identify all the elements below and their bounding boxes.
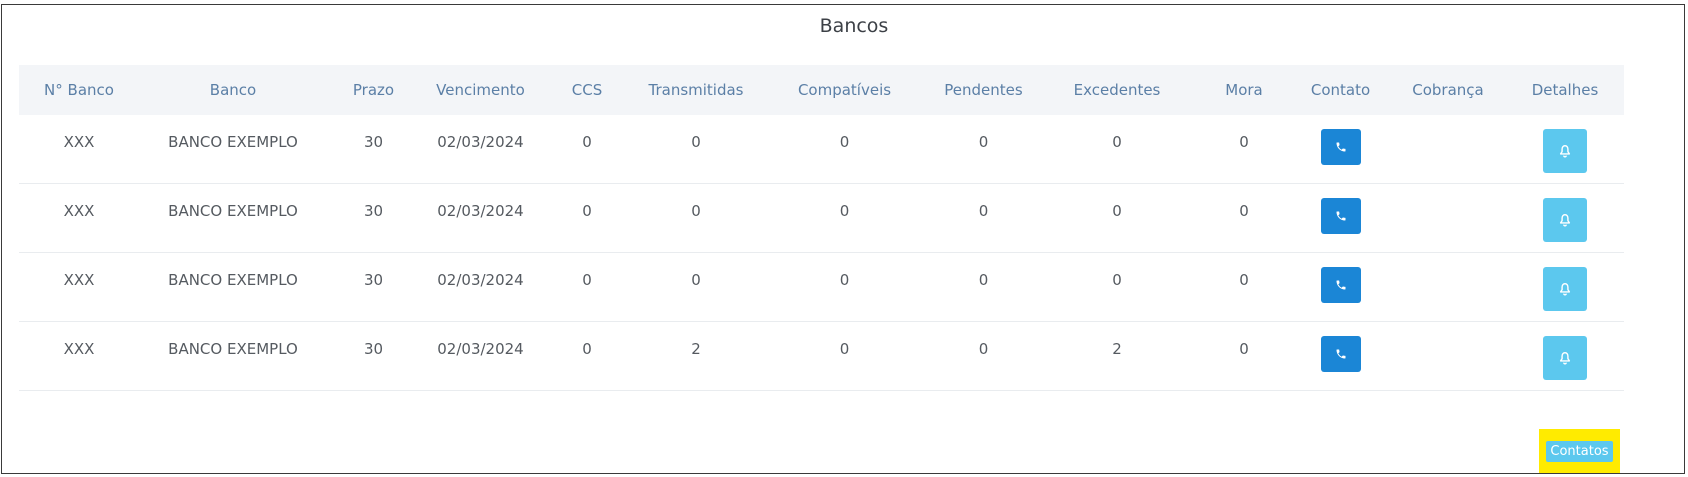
cell-contato: [1291, 184, 1390, 234]
table-row: XXX BANCO EXEMPLO 30 02/03/2024 0 2 0 0 …: [19, 322, 1624, 391]
cell-numero: XXX: [63, 202, 95, 220]
header-pendentes: Pendentes: [944, 81, 1023, 99]
bell-icon: [1559, 283, 1571, 296]
cell-cobranca: [1390, 253, 1506, 271]
cell-detalhes: [1506, 184, 1624, 242]
cell-prazo: 30: [363, 340, 384, 358]
header-vencimento: Vencimento: [436, 81, 525, 99]
header-banco: Banco: [209, 81, 257, 99]
cell-pendentes: 0: [978, 271, 989, 289]
cell-excedentes: 0: [1112, 271, 1122, 289]
header-ccs: CCS: [571, 81, 603, 99]
banks-table: N° Banco Banco Prazo Vencimento CCS Tran…: [19, 65, 1624, 391]
header-detalhes: Detalhes: [1531, 81, 1599, 99]
contact-button[interactable]: [1320, 336, 1361, 372]
cell-transmitidas: 0: [691, 271, 701, 289]
cell-numero: XXX: [63, 133, 95, 151]
cell-compativeis: 0: [839, 340, 850, 358]
cell-detalhes: [1506, 322, 1624, 380]
cell-ccs: 0: [582, 271, 592, 289]
cell-numero: XXX: [63, 340, 95, 358]
cell-prazo: 30: [363, 271, 384, 289]
header-compativeis: Compatíveis: [797, 81, 892, 99]
cell-cobranca: [1390, 184, 1506, 202]
cell-compativeis: 0: [839, 202, 850, 220]
cell-pendentes: 0: [978, 133, 989, 151]
details-button[interactable]: [1543, 198, 1587, 242]
cell-excedentes: 0: [1112, 133, 1122, 151]
cell-numero: XXX: [63, 271, 95, 289]
cell-cobranca: [1390, 322, 1506, 340]
cell-mora: 0: [1239, 133, 1249, 151]
contatos-highlight: Contatos: [1539, 429, 1620, 473]
bell-icon: [1559, 145, 1571, 158]
details-button[interactable]: [1543, 129, 1587, 173]
cell-transmitidas: 2: [691, 340, 701, 358]
table-row: XXX BANCO EXEMPLO 30 02/03/2024 0 0 0 0 …: [19, 115, 1624, 184]
cell-ccs: 0: [582, 133, 592, 151]
phone-icon: [1336, 280, 1345, 290]
cell-banco: BANCO EXEMPLO: [168, 133, 298, 151]
phone-icon: [1336, 211, 1345, 221]
header-prazo: Prazo: [352, 81, 395, 99]
page-frame: Bancos N° Banco Banco Prazo Vencimento C…: [1, 4, 1685, 474]
table-row: XXX BANCO EXEMPLO 30 02/03/2024 0 0 0 0 …: [19, 184, 1624, 253]
cell-excedentes: 0: [1112, 202, 1122, 220]
cell-prazo: 30: [363, 202, 384, 220]
cell-banco: BANCO EXEMPLO: [168, 271, 298, 289]
cell-detalhes: [1506, 115, 1624, 173]
cell-detalhes: [1506, 253, 1624, 311]
cell-vencimento: 02/03/2024: [437, 202, 524, 220]
cell-mora: 0: [1239, 202, 1249, 220]
table-row: XXX BANCO EXEMPLO 30 02/03/2024 0 0 0 0 …: [19, 253, 1624, 322]
cell-vencimento: 02/03/2024: [437, 340, 524, 358]
header-transmitidas: Transmitidas: [648, 81, 744, 99]
cell-transmitidas: 0: [691, 202, 701, 220]
cell-pendentes: 0: [978, 340, 989, 358]
page-title: Bancos: [819, 15, 889, 37]
header-mora: Mora: [1225, 81, 1263, 99]
bell-icon: [1559, 214, 1571, 227]
details-button[interactable]: [1543, 336, 1587, 380]
details-button[interactable]: [1543, 267, 1587, 311]
phone-icon: [1336, 349, 1345, 359]
cell-transmitidas: 0: [691, 133, 701, 151]
cell-cobranca: [1390, 115, 1506, 133]
cell-banco: BANCO EXEMPLO: [168, 202, 298, 220]
contact-button[interactable]: [1320, 129, 1361, 165]
header-cobranca: Cobrança: [1412, 81, 1484, 99]
cell-excedentes: 2: [1112, 340, 1122, 358]
cell-pendentes: 0: [978, 202, 989, 220]
cell-banco: BANCO EXEMPLO: [168, 340, 298, 358]
header-numero-banco: N° Banco: [44, 81, 114, 99]
cell-mora: 0: [1239, 271, 1249, 289]
table-header-row: N° Banco Banco Prazo Vencimento CCS Tran…: [19, 65, 1624, 115]
cell-ccs: 0: [582, 202, 592, 220]
header-contato: Contato: [1310, 81, 1371, 99]
cell-vencimento: 02/03/2024: [437, 271, 524, 289]
cell-compativeis: 0: [839, 133, 850, 151]
header-excedentes: Excedentes: [1073, 81, 1161, 99]
phone-icon: [1336, 142, 1345, 152]
contact-button[interactable]: [1320, 198, 1361, 234]
contatos-button[interactable]: Contatos: [1546, 440, 1613, 462]
cell-ccs: 0: [582, 340, 592, 358]
cell-mora: 0: [1239, 340, 1249, 358]
cell-contato: [1291, 115, 1390, 165]
cell-vencimento: 02/03/2024: [437, 133, 524, 151]
cell-prazo: 30: [363, 133, 384, 151]
cell-contato: [1291, 322, 1390, 372]
contact-button[interactable]: [1320, 267, 1361, 303]
bell-icon: [1559, 352, 1571, 365]
cell-contato: [1291, 253, 1390, 303]
cell-compativeis: 0: [839, 271, 850, 289]
